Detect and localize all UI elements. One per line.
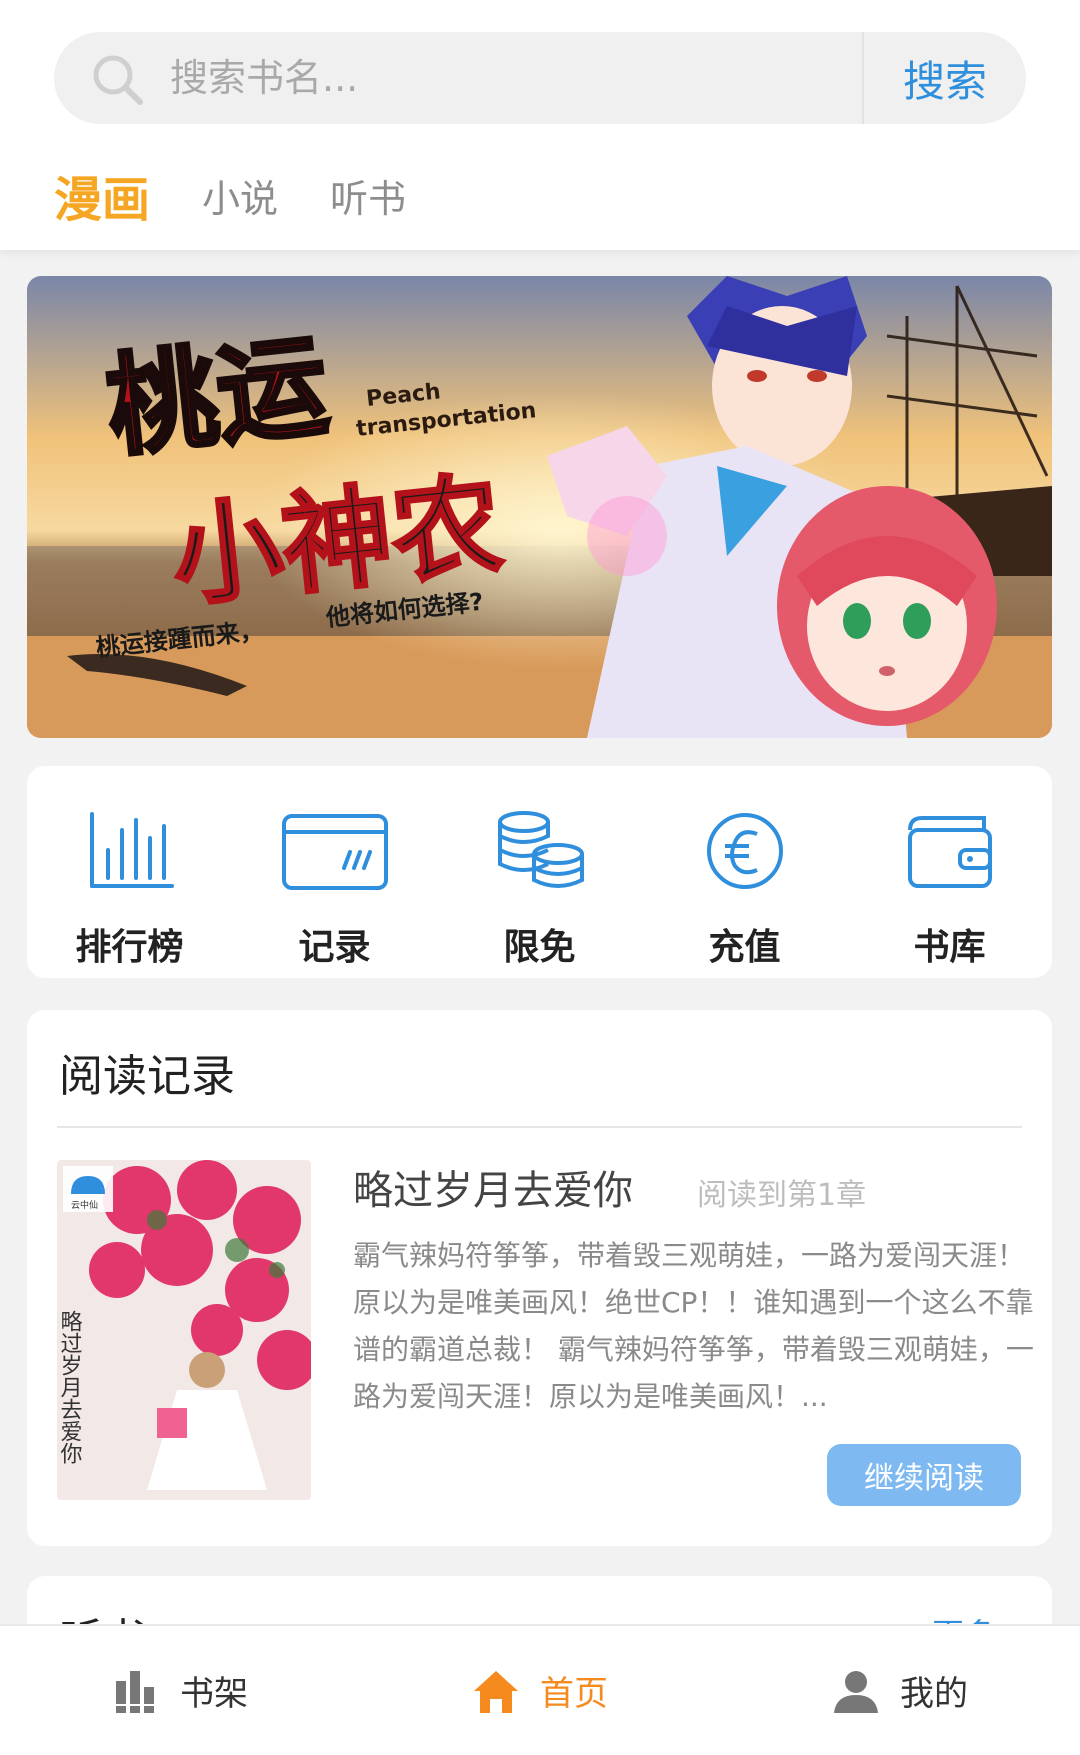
reading-progress: 阅读到第1章: [697, 1178, 867, 1213]
promo-banner[interactable]: 桃运 小神农 Peach transportation 桃运接踵而来， 他将如何…: [27, 276, 1052, 738]
app-page: 搜索 漫画 小说 听书: [0, 0, 1080, 1755]
book-cover[interactable]: 云中仙 略过岁月去爱你: [57, 1160, 311, 1500]
search-input[interactable]: [170, 32, 860, 124]
user-icon: [834, 1670, 878, 1713]
wallet-icon: [907, 816, 992, 888]
search-bar: 搜索: [54, 32, 1026, 124]
section-title: 阅读记录: [59, 1051, 235, 1102]
reading-record-card: 阅读记录 云中仙 略过岁月去爱你 略过岁月去爱你 阅读到第1章 霸气辣妈符筝筝，…: [27, 1010, 1052, 1546]
shortcut-free[interactable]: 限免: [437, 766, 642, 978]
search-icon: [93, 55, 143, 105]
category-shortcuts: 排行榜 记录 限免 充值 书库: [27, 766, 1052, 978]
banner-illustration: 桃运 小神农 Peach transportation 桃运接踵而来， 他将如何…: [27, 276, 1052, 738]
card-record-icon: [281, 814, 388, 890]
nav-home-label: 首页: [540, 1674, 608, 1714]
banner-title-line1: 桃运: [101, 322, 333, 472]
book-title[interactable]: 略过岁月去爱你: [353, 1158, 633, 1216]
shortcut-recharge-label: 充值: [708, 927, 781, 968]
shortcut-library[interactable]: 书库: [847, 766, 1052, 978]
nav-bookshelf[interactable]: 书架: [0, 1626, 360, 1755]
divider: [57, 1126, 1022, 1128]
shortcut-library-label: 书库: [913, 927, 986, 968]
ranking-chart-icon: [89, 812, 174, 888]
nav-bookshelf-label: 书架: [180, 1674, 248, 1714]
category-tabs: 漫画 小说 听书: [54, 160, 458, 230]
shortcut-recharge[interactable]: 充值: [642, 766, 847, 978]
bookshelf-icon: [116, 1670, 158, 1713]
nav-profile-label: 我的: [900, 1674, 968, 1714]
tab-audiobooks[interactable]: 听书: [330, 168, 406, 223]
shortcut-ranking[interactable]: 排行榜: [27, 766, 232, 978]
header: 搜索 漫画 小说 听书: [0, 0, 1080, 250]
coins-stack-icon: [497, 811, 584, 888]
shortcut-ranking-label: 排行榜: [75, 927, 184, 968]
euro-coin-icon: [706, 813, 783, 889]
search-button[interactable]: 搜索: [864, 32, 1026, 124]
home-icon: [474, 1670, 518, 1713]
tab-comics[interactable]: 漫画: [54, 160, 150, 230]
cover-title: 略过岁月去爱你: [57, 1310, 83, 1464]
bottom-navigation: 书架 首页 我的: [0, 1624, 1080, 1755]
nav-home[interactable]: 首页: [360, 1626, 720, 1755]
book-cover-image: 云中仙 略过岁月去爱你: [57, 1160, 311, 1500]
tab-novels[interactable]: 小说: [202, 168, 278, 223]
shortcut-free-label: 限免: [503, 927, 576, 968]
nav-profile[interactable]: 我的: [720, 1626, 1080, 1755]
cover-logo: 云中仙: [71, 1199, 98, 1211]
book-description: 霸气辣妈符筝筝，带着毁三观萌娃，一路为爱闯天涯！原以为是唯美画风！绝世CP！！谁…: [353, 1239, 1034, 1413]
continue-reading-button[interactable]: 继续阅读: [827, 1444, 1021, 1506]
shortcut-records-label: 记录: [298, 927, 371, 968]
shortcut-records[interactable]: 记录: [232, 766, 437, 978]
